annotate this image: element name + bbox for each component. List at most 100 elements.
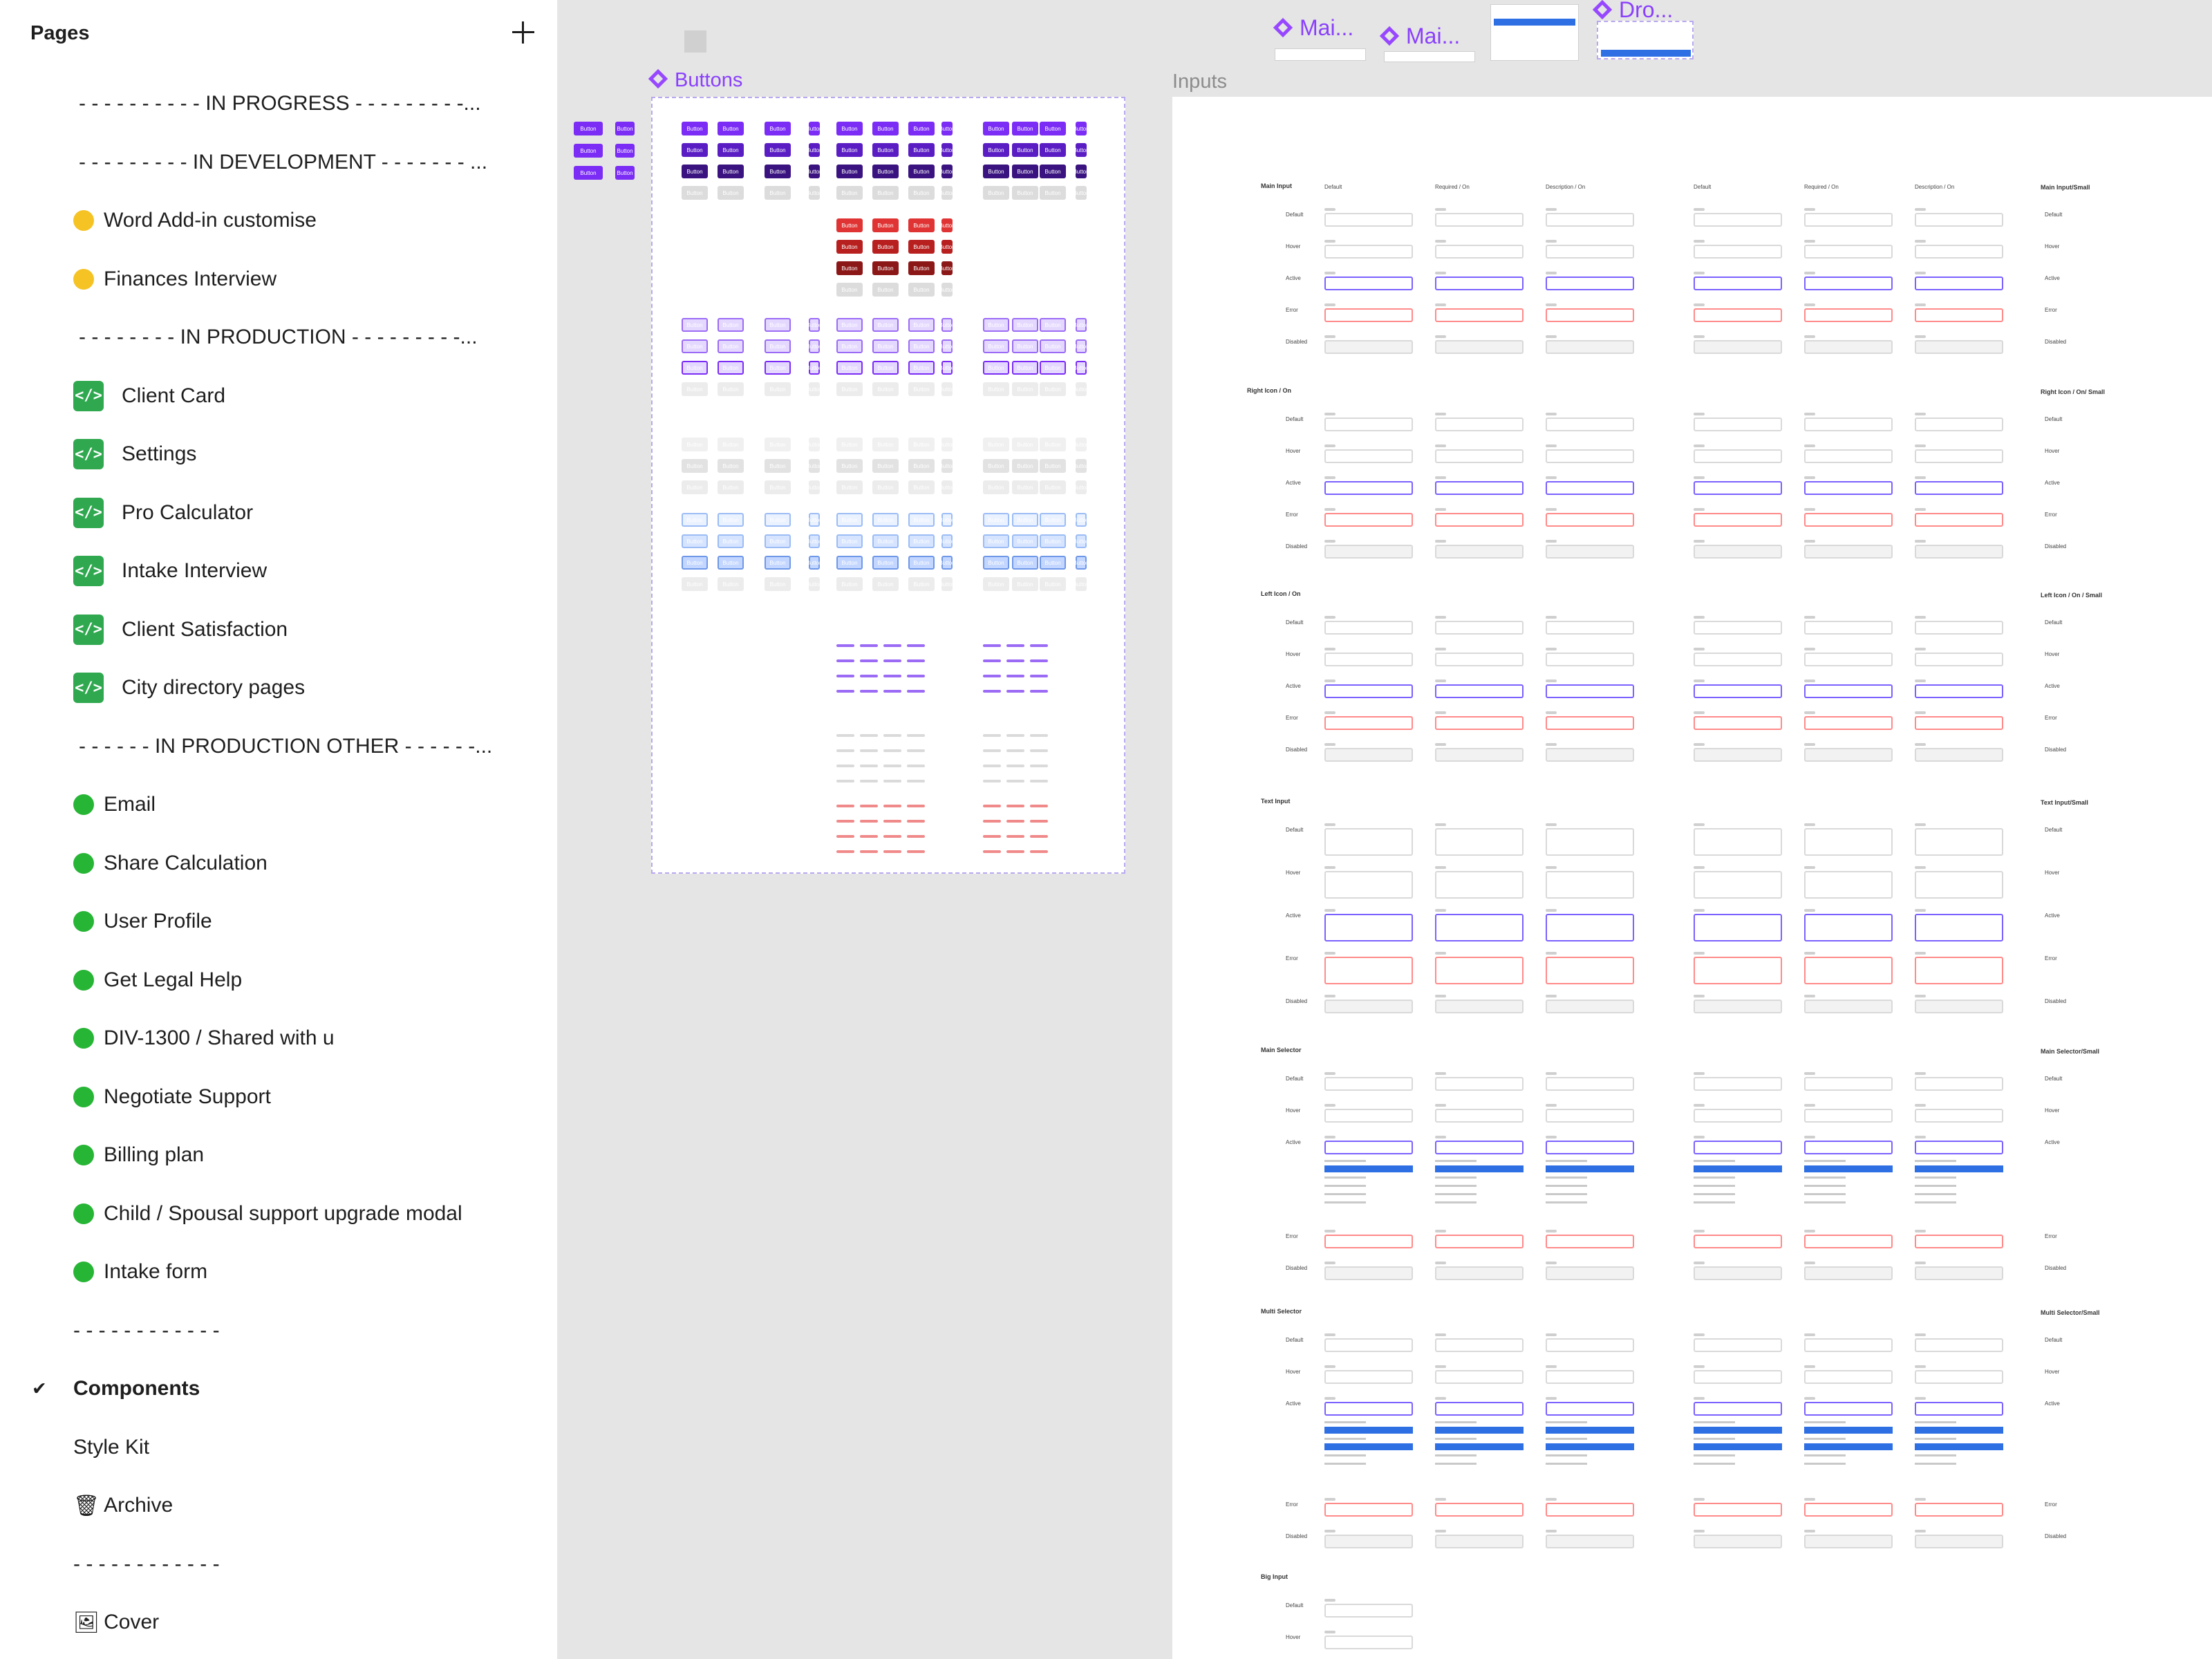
button-variant[interactable]: Button (806, 382, 823, 396)
dropdown-option[interactable] (1546, 1177, 1587, 1179)
button-variant[interactable]: Button (765, 459, 791, 473)
input-field-variant[interactable] (1435, 1503, 1524, 1517)
link-button-variant[interactable] (860, 690, 878, 693)
input-field-variant[interactable] (1915, 1503, 2003, 1517)
button-variant[interactable]: Button (872, 240, 899, 254)
link-button-danger-variant[interactable] (1030, 820, 1048, 823)
button-variant[interactable]: Button (908, 122, 935, 135)
input-field-variant[interactable] (1546, 621, 1634, 635)
link-button-variant[interactable] (907, 659, 925, 662)
input-field-variant[interactable] (1804, 418, 1893, 431)
link-button-disabled-variant[interactable] (860, 749, 878, 752)
button-variant[interactable]: Button (939, 165, 955, 178)
input-field-variant[interactable] (1435, 1235, 1524, 1248)
button-variant[interactable]: Button (983, 459, 1009, 473)
input-field-variant[interactable] (1694, 245, 1782, 259)
link-button-disabled-variant[interactable] (907, 734, 925, 737)
dropdown-option[interactable] (1324, 1443, 1413, 1450)
link-button-variant[interactable] (1030, 690, 1048, 693)
page-item[interactable]: 🖼 Cover (0, 1593, 557, 1652)
input-field-variant[interactable] (1324, 1077, 1413, 1091)
floating-dropdown-component[interactable] (1597, 21, 1694, 59)
input-field-variant[interactable] (1915, 621, 2003, 635)
input-field-variant[interactable] (1435, 1338, 1524, 1352)
link-button-disabled-variant[interactable] (883, 734, 901, 737)
button-variant[interactable]: Button (872, 218, 899, 232)
button-variant[interactable]: Button (718, 339, 744, 353)
input-field-variant[interactable] (1804, 245, 1893, 259)
button-variant[interactable]: Button (574, 122, 603, 135)
button-variant[interactable]: Button (908, 382, 935, 396)
page-item[interactable]: - - - - - - - - - - - - (0, 1302, 557, 1360)
button-variant[interactable]: Button (682, 165, 708, 178)
link-button-variant[interactable] (836, 659, 854, 662)
dropdown-option[interactable] (1694, 1427, 1782, 1434)
link-button-variant[interactable] (1030, 659, 1048, 662)
input-field-variant[interactable] (1324, 418, 1413, 431)
input-field-variant[interactable] (1435, 716, 1524, 730)
link-button-variant[interactable] (860, 644, 878, 647)
dropdown-option[interactable] (1324, 1160, 1366, 1162)
input-field-variant[interactable] (1546, 828, 1634, 856)
button-variant[interactable]: Button (872, 382, 899, 396)
button-variant[interactable]: Button (983, 382, 1009, 396)
input-field-variant[interactable] (1804, 449, 1893, 463)
input-field-variant[interactable] (1546, 340, 1634, 354)
dropdown-option[interactable] (1435, 1165, 1524, 1172)
input-field-variant[interactable] (1546, 1503, 1634, 1517)
button-variant[interactable]: Button (1073, 143, 1089, 157)
input-field-variant[interactable] (1546, 914, 1634, 941)
dropdown-option[interactable] (1324, 1185, 1366, 1187)
link-button-variant[interactable] (860, 675, 878, 677)
input-field-variant[interactable] (1915, 716, 2003, 730)
link-button-variant[interactable] (860, 659, 878, 662)
link-button-danger-variant[interactable] (1006, 850, 1024, 853)
link-button-danger-variant[interactable] (983, 850, 1001, 853)
link-button-disabled-variant[interactable] (1030, 780, 1048, 782)
button-variant[interactable]: Button (836, 186, 863, 200)
dropdown-option[interactable] (1915, 1160, 1956, 1162)
button-variant[interactable]: Button (872, 438, 899, 451)
input-field-variant[interactable] (1804, 1141, 1893, 1154)
button-variant[interactable]: Button (1040, 459, 1066, 473)
input-field-variant[interactable] (1546, 957, 1634, 984)
dropdown-option[interactable] (1804, 1193, 1846, 1195)
button-variant[interactable]: Button (836, 122, 863, 135)
input-field-variant[interactable] (1694, 449, 1782, 463)
input-field-variant[interactable] (1804, 1109, 1893, 1123)
link-button-danger-variant[interactable] (1030, 850, 1048, 853)
input-field-variant[interactable] (1546, 1402, 1634, 1416)
input-field-variant[interactable] (1804, 957, 1893, 984)
input-field-variant[interactable] (1694, 1535, 1782, 1548)
button-variant[interactable]: Button (983, 143, 1009, 157)
page-item[interactable]: - - - - - - - - - - IN PROGRESS - - - - … (0, 75, 557, 133)
dropdown-option[interactable] (1546, 1160, 1587, 1162)
button-variant[interactable]: Button (1073, 318, 1089, 332)
input-field-variant[interactable] (1804, 545, 1893, 559)
dropdown-option[interactable] (1804, 1454, 1846, 1456)
button-variant[interactable]: Button (1012, 165, 1038, 178)
input-field-variant[interactable] (1694, 621, 1782, 635)
button-variant[interactable]: Button (1012, 534, 1038, 548)
dropdown-option[interactable] (1804, 1185, 1846, 1187)
input-field-variant[interactable] (1324, 957, 1413, 984)
button-variant[interactable]: Button (1012, 339, 1038, 353)
link-button-disabled-variant[interactable] (860, 765, 878, 767)
floating-component-title-2[interactable]: Mai... (1379, 24, 1460, 49)
input-field-variant[interactable] (1435, 513, 1524, 527)
button-variant[interactable]: Button (872, 577, 899, 591)
button-variant[interactable]: Button (682, 577, 708, 591)
input-field-variant[interactable] (1546, 213, 1634, 227)
button-variant[interactable]: Button (872, 165, 899, 178)
link-button-variant[interactable] (883, 659, 901, 662)
input-field-variant[interactable] (1694, 1338, 1782, 1352)
button-variant[interactable]: Button (718, 556, 744, 570)
link-button-danger-variant[interactable] (860, 850, 878, 853)
dropdown-option[interactable] (1324, 1421, 1366, 1423)
input-field-variant[interactable] (1324, 1000, 1413, 1013)
page-item[interactable]: Billing plan (0, 1126, 557, 1185)
button-variant[interactable]: Button (718, 382, 744, 396)
link-button-disabled-variant[interactable] (1030, 749, 1048, 752)
input-field-variant[interactable] (1435, 914, 1524, 941)
input-field-variant[interactable] (1546, 684, 1634, 698)
